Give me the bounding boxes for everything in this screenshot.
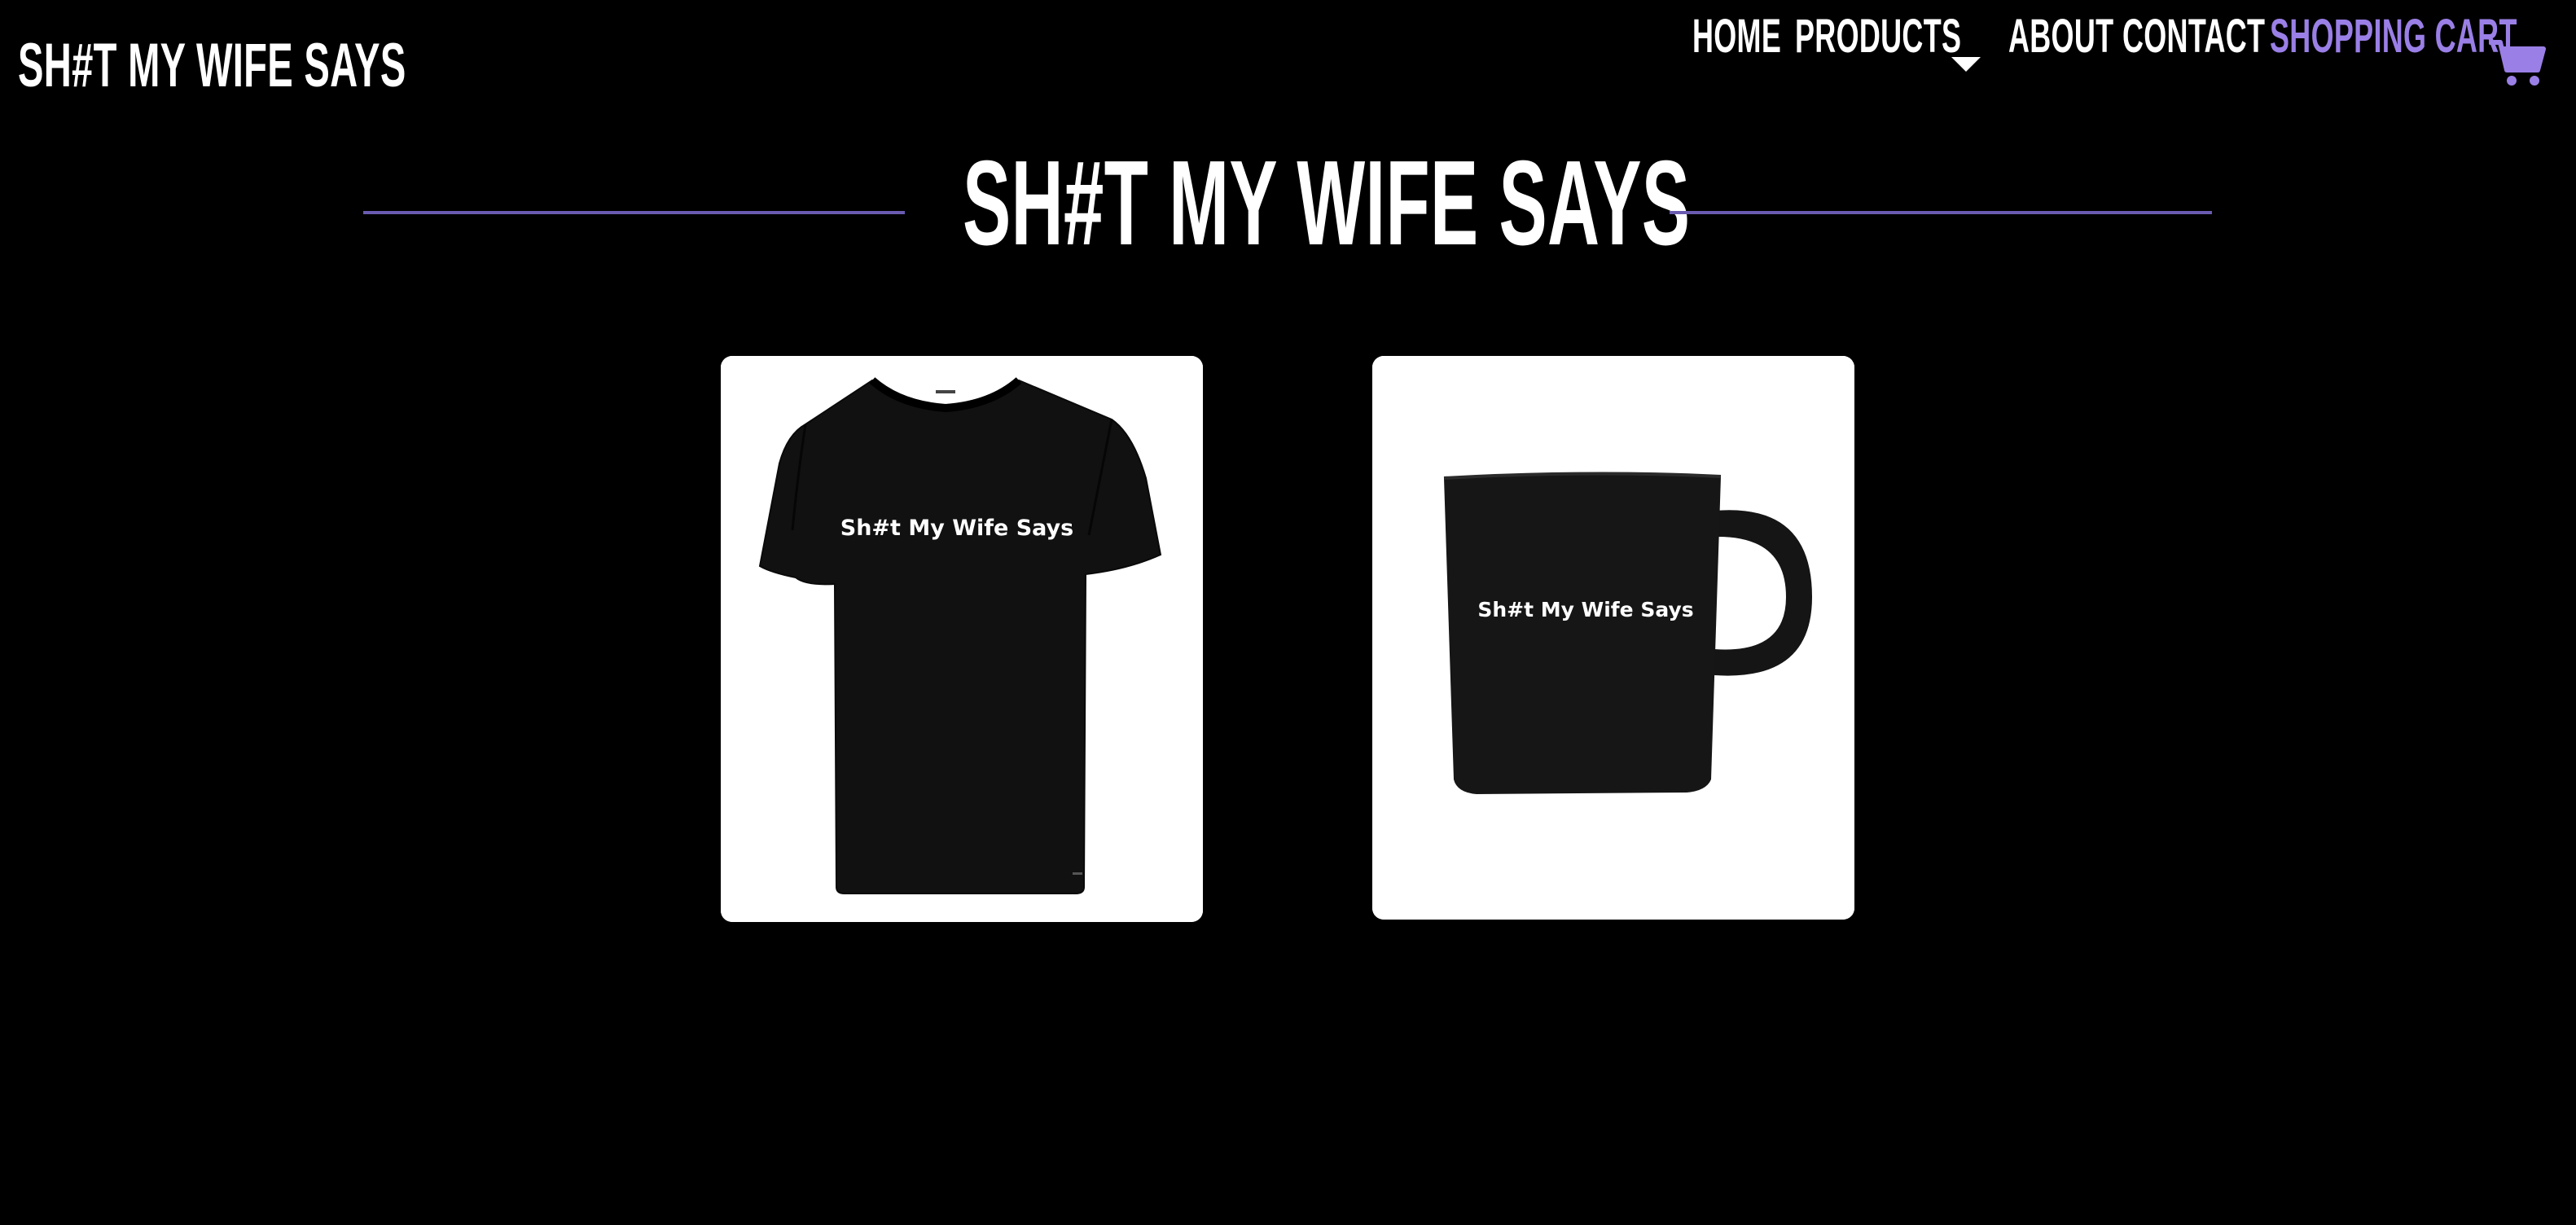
hero-divider-right bbox=[1670, 211, 2212, 214]
nav-products-label: PRODUCTS bbox=[1795, 10, 1962, 63]
nav-home-label: HOME bbox=[1692, 10, 1782, 63]
chevron-down-icon[interactable] bbox=[1951, 57, 1981, 72]
brand-logo-link[interactable]: SH#T MY WIFE SAYS bbox=[18, 29, 644, 103]
hero-divider-left bbox=[363, 211, 905, 214]
product-card-mug[interactable]: Sh#t My Wife Says bbox=[1372, 356, 1854, 920]
hero-title-wrap: SH#T MY WIFE SAYS bbox=[963, 138, 2175, 269]
tshirt-print-text: Sh#t My Wife Says bbox=[840, 516, 1073, 541]
mug-print-text: Sh#t My Wife Says bbox=[1477, 598, 1693, 621]
brand-name: SH#T MY WIFE SAYS bbox=[18, 31, 406, 100]
tshirt-image: Sh#t My Wife Says bbox=[721, 356, 1203, 922]
page-title: SH#T MY WIFE SAYS bbox=[963, 136, 1691, 270]
product-card-tshirt[interactable]: Sh#t My Wife Says bbox=[721, 356, 1203, 922]
nav-contact-label: CONTACT bbox=[2122, 10, 2266, 63]
mug-image: Sh#t My Wife Says bbox=[1372, 356, 1854, 920]
nav-cart-label: SHOPPING CART bbox=[2270, 10, 2517, 63]
shopping-cart-icon[interactable] bbox=[2489, 37, 2546, 88]
nav-about-label: ABOUT bbox=[2008, 10, 2114, 63]
